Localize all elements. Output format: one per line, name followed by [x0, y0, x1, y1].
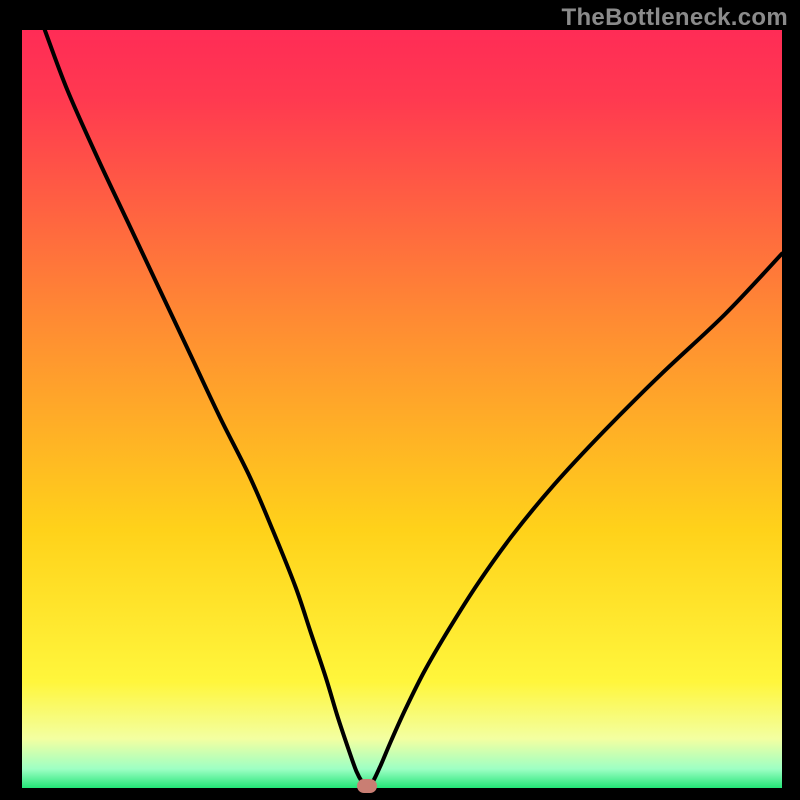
bottleneck-chart — [22, 30, 782, 788]
gradient-background — [22, 30, 782, 788]
watermark-text: TheBottleneck.com — [562, 4, 788, 32]
operating-point-marker — [357, 779, 377, 793]
chart-frame: TheBottleneck.com — [0, 0, 800, 800]
